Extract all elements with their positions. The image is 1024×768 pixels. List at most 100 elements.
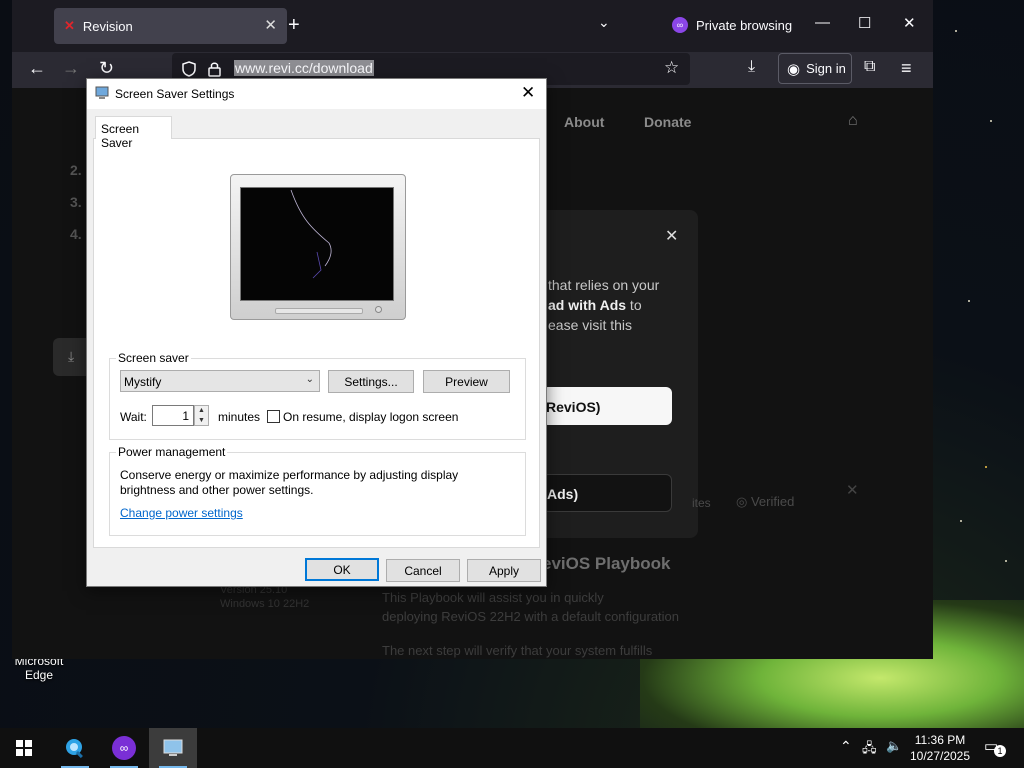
dim-text: Windows 10 22H2 — [220, 598, 310, 610]
wait-stepper[interactable]: ▲ ▼ — [194, 405, 209, 426]
power-description: Conserve energy or maximize performance … — [120, 468, 459, 482]
taskbar-app-firefox-private[interactable]: ∞ — [100, 728, 148, 768]
dialog-titlebar[interactable]: Screen Saver Settings ✕ — [87, 79, 546, 109]
power-led — [375, 306, 382, 313]
verified-label: Verified — [750, 494, 795, 509]
playbook-text: deploying ReviOS 22H2 with a default con… — [382, 609, 680, 624]
search-globe-icon — [66, 739, 83, 759]
close-window-icon[interactable]: ✕ — [903, 14, 916, 32]
wait-label: Wait: — [120, 410, 147, 424]
button-label: ReviOS) — [546, 399, 601, 415]
sign-in-label: Sign in — [806, 61, 846, 76]
change-power-settings-link[interactable]: Change power settings — [120, 506, 243, 520]
new-tab-icon[interactable]: + — [288, 14, 300, 37]
clock-time: 11:36 PM — [914, 733, 966, 747]
forward-icon[interactable]: → — [62, 58, 80, 79]
tab-bar: ✕ Revision ✕ + ⌄ ∞ Private browsing — ☐ … — [12, 0, 933, 52]
star — [960, 520, 962, 522]
spin-down-icon[interactable]: ▼ — [195, 416, 208, 426]
list-number: 3. — [70, 194, 82, 210]
network-icon[interactable]: 🖧 — [862, 739, 877, 761]
mystify-preview — [290, 189, 332, 279]
preview-button[interactable]: Preview — [423, 370, 510, 393]
ad-text: that relies on your — [548, 277, 660, 293]
apply-button[interactable]: Apply — [467, 559, 541, 582]
monitor-base — [275, 308, 363, 314]
list-number: 4. — [70, 226, 82, 242]
url-text[interactable]: www.revi.cc/download — [234, 60, 374, 76]
close-icon[interactable]: ✕ — [521, 83, 535, 103]
tab-screen-saver[interactable]: Screen Saver — [95, 116, 172, 150]
button-label: Preview — [445, 374, 488, 389]
close-ad-icon[interactable]: ✕ — [665, 226, 678, 246]
chevron-down-icon[interactable]: ⌄ — [598, 14, 610, 31]
button-label: Settings... — [344, 374, 398, 389]
wait-minutes-input[interactable]: 1 — [152, 405, 194, 426]
lock-icon[interactable] — [208, 61, 221, 77]
maximize-icon[interactable]: ☐ — [858, 14, 871, 32]
power-description: brightness and other power settings. — [120, 483, 314, 497]
playbook-text: The next step will verify that your syst… — [382, 643, 653, 658]
ad-text-bold: ad with Ads — [548, 297, 627, 313]
tab-title: Revision — [82, 18, 133, 34]
nav-link-donate[interactable]: Donate — [644, 114, 691, 130]
spin-up-icon[interactable]: ▲ — [195, 406, 208, 416]
clock-date: 10/27/2025 — [909, 749, 971, 763]
volume-muted-icon[interactable]: 🔈 — [886, 738, 902, 754]
playbook-title: eviOS Playbook — [542, 554, 671, 573]
dim-text: ites — [692, 496, 711, 510]
nav-link-about[interactable]: About — [564, 114, 604, 130]
star — [985, 466, 987, 468]
taskbar-app-network[interactable] — [51, 728, 99, 768]
notification-badge: 1 — [994, 745, 1006, 757]
sign-in-button[interactable]: ◉ Sign in — [778, 53, 852, 84]
chevron-up-icon[interactable]: ⌃ — [840, 738, 852, 755]
revision-favicon-icon: ✕ — [64, 18, 75, 33]
select-value: Mystify — [124, 375, 162, 389]
menu-icon[interactable]: ≡ — [901, 58, 912, 79]
resume-logon-label[interactable]: On resume, display logon screen — [283, 410, 458, 424]
bookmark-star-icon[interactable]: ☆ — [664, 58, 679, 78]
close-icon[interactable]: ✕ — [846, 481, 859, 499]
preview-screen — [240, 187, 394, 301]
ad-text: to — [626, 297, 642, 313]
button-label: Ads) — [547, 486, 579, 502]
browser-tab[interactable]: ✕ Revision ✕ — [54, 8, 287, 44]
wait-value: 1 — [182, 409, 189, 423]
star — [990, 120, 992, 122]
group-label: Power management — [116, 445, 228, 459]
ok-button[interactable]: OK — [305, 558, 379, 581]
cancel-button[interactable]: Cancel — [386, 559, 460, 582]
close-tab-icon[interactable]: ✕ — [264, 16, 277, 34]
windows-logo-icon — [16, 740, 32, 756]
github-icon[interactable]: ⌂ — [848, 112, 858, 130]
settings-button[interactable]: Settings... — [328, 370, 414, 393]
chevron-down-icon: ⌄ — [305, 374, 314, 385]
back-icon[interactable]: ← — [28, 58, 46, 79]
download-icon[interactable]: ⤓ — [748, 58, 755, 76]
firefox-private-icon: ∞ — [112, 736, 136, 760]
notification-center-button[interactable]: ▭ 1 — [984, 737, 1006, 757]
playbook-text: This Playbook will assist you in quickly — [382, 590, 604, 605]
ad-text: ease visit this — [548, 317, 633, 333]
monitor-preview — [230, 174, 406, 320]
screen-saver-select[interactable]: Mystify ⌄ — [120, 370, 320, 392]
download-revios-button[interactable]: ReviOS) — [542, 387, 672, 425]
list-number: 2. — [70, 162, 82, 178]
shield-icon[interactable] — [182, 61, 196, 77]
minimize-icon[interactable]: — — [815, 14, 830, 31]
monitor-icon — [95, 86, 109, 99]
dialog-title: Screen Saver Settings — [115, 87, 235, 101]
extensions-icon[interactable]: ⧉ — [864, 58, 875, 76]
clock[interactable]: 11:36 PM 10/27/2025 — [905, 732, 975, 764]
screen-saver-dialog: Screen Saver Settings ✕ Screen Saver Scr… — [86, 78, 547, 587]
group-label: Screen saver — [116, 351, 191, 365]
start-button[interactable] — [0, 728, 48, 768]
star — [955, 30, 957, 32]
download-with-ads-button[interactable]: Ads) — [542, 474, 672, 512]
reload-icon[interactable]: ↻ — [99, 58, 114, 79]
button-label: Cancel — [404, 563, 442, 578]
private-browsing-indicator: ∞ Private browsing — [672, 17, 792, 33]
resume-logon-checkbox[interactable] — [267, 410, 280, 423]
taskbar-app-screen-saver[interactable] — [149, 728, 197, 768]
